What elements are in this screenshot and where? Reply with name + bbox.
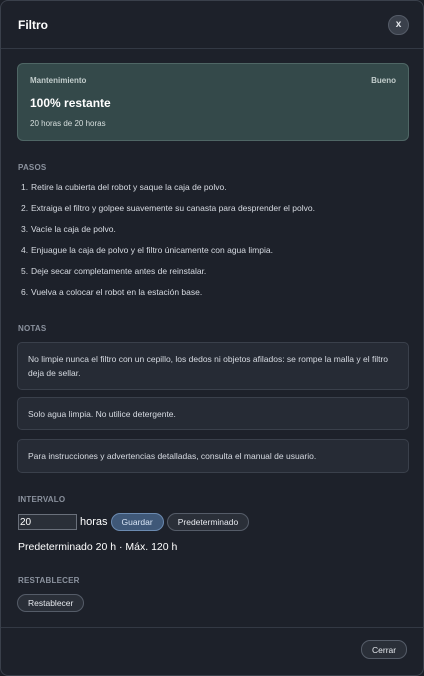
steps-list: 1. Retire la cubierta del robot y saque l… <box>21 182 315 308</box>
step-item: 2. Extraiga el filtro y golpee suavemente… <box>21 203 315 213</box>
interval-heading: INTERVALO <box>18 495 66 504</box>
step-item: 6. Vuelva a colocar el robot en la estaci… <box>21 287 203 297</box>
dialog-footer: Cerrar <box>1 627 423 675</box>
close-icon[interactable]: x <box>388 15 409 35</box>
close-button[interactable]: Cerrar <box>361 640 408 659</box>
interval-hours-input[interactable] <box>18 514 77 530</box>
steps-heading: PASOS <box>18 163 47 172</box>
step-item: 5. Deje secar completamente antes de rein… <box>21 266 207 276</box>
maintenance-status-card: Mantenimiento Bueno 100% restante 20 hor… <box>17 63 409 141</box>
default-button[interactable]: Predeterminado <box>166 513 250 531</box>
filter-dialog: Filtro x Mantenimiento Bueno 100% restan… <box>0 0 424 676</box>
note-card: Solo agua limpia. No utilice detergente. <box>17 397 409 430</box>
interval-unit: horas <box>80 516 108 528</box>
note-card: Para instrucciones y advertencias detall… <box>17 439 409 473</box>
reset-heading: RESTABLECER <box>18 576 80 585</box>
status-label: Mantenimiento <box>30 76 87 85</box>
step-item: 1. Retire la cubierta del robot y saque l… <box>21 182 227 192</box>
save-button[interactable]: Guardar <box>110 513 164 531</box>
remaining-hours: 20 horas de 20 horas <box>30 119 106 128</box>
interval-default-info: Predeterminado 20 h · Máx. 120 h <box>18 541 178 553</box>
note-card: No limpie nunca el filtro con un cepillo… <box>17 342 409 390</box>
interval-row: horas Guardar Predeterminado <box>18 513 252 531</box>
note-text: Solo agua limpia. No utilice detergente. <box>28 408 176 419</box>
reset-button[interactable]: Restablecer <box>17 594 85 612</box>
dialog-title: Filtro <box>18 18 48 32</box>
note-text: Para instrucciones y advertencias detall… <box>28 451 317 461</box>
note-text: No limpie nunca el filtro con un cepillo… <box>28 354 389 378</box>
step-item: 3. Vacíe la caja de polvo. <box>21 224 116 234</box>
remaining-percentage: 100% restante <box>30 96 111 110</box>
status-badge: Bueno <box>371 76 396 85</box>
dialog-header: Filtro x <box>1 1 423 49</box>
step-item: 4. Enjuague la caja de polvo y el filtro … <box>21 245 273 255</box>
notes-heading: NOTAS <box>18 324 47 333</box>
